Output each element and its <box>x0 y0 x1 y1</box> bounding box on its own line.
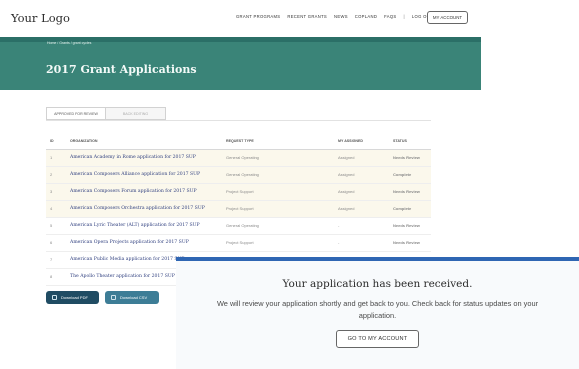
download-pdf-label: Download PDF <box>61 295 88 300</box>
cell-id: 4 <box>46 200 66 218</box>
cell-status: Needs Review <box>389 183 431 201</box>
cell-status: Complete <box>389 166 431 184</box>
download-actions: Download PDF Download CSV <box>46 291 159 304</box>
download-icon <box>52 295 57 300</box>
cell-status: Needs Review <box>389 149 431 167</box>
download-pdf-button[interactable]: Download PDF <box>46 291 99 304</box>
cell-id: 8 <box>46 268 66 286</box>
top-nav: GRANT PROGRAMS RECENT GRANTS NEWS COPLAN… <box>236 14 433 19</box>
go-to-my-account-button[interactable]: GO TO MY ACCOUNT <box>336 330 419 348</box>
cell-assigned: - <box>334 217 389 235</box>
cell-assigned: - <box>334 234 389 252</box>
confirmation-title: Your application has been received. <box>282 278 473 290</box>
download-csv-button[interactable]: Download CSV <box>105 291 159 304</box>
cell-id: 1 <box>46 149 66 167</box>
cell-request-type: General Operating <box>222 149 334 167</box>
cell-status: Needs Review <box>389 234 431 252</box>
nav-separator: | <box>403 14 405 19</box>
cell-request-type: Project Support <box>222 234 334 252</box>
table-header-row: ID ORGANIZATION REQUEST TYPE MY ASSIGNED… <box>46 133 431 150</box>
column-header-my-assigned[interactable]: MY ASSIGNED <box>334 133 389 150</box>
nav-recent-grants[interactable]: RECENT GRANTS <box>287 14 327 19</box>
application-tabs: APPROVED FOR REVIEW BACK EDITING <box>46 107 166 120</box>
tab-back-editing[interactable]: BACK EDITING <box>106 107 166 120</box>
cell-organization-link[interactable]: American Composers Orchestra application… <box>66 200 222 218</box>
my-account-button[interactable]: MY ACCOUNT <box>427 11 468 24</box>
cell-id: 5 <box>46 217 66 235</box>
column-header-status[interactable]: STATUS <box>389 133 431 150</box>
cell-organization-link[interactable]: American Academy in Rome application for… <box>66 149 222 167</box>
download-icon <box>111 295 116 300</box>
cell-assigned: Assigned <box>334 166 389 184</box>
cell-request-type: General Operating <box>222 166 334 184</box>
download-csv-label: Download CSV <box>120 295 148 300</box>
cell-assigned: Assigned <box>334 183 389 201</box>
table-row[interactable]: 5 American Lyric Theater (ALT) applicati… <box>46 217 431 235</box>
cell-organization-link[interactable]: American Lyric Theater (ALT) application… <box>66 217 222 235</box>
table-row[interactable]: 2 American Composers Alliance applicatio… <box>46 166 431 184</box>
cell-request-type: Project Support <box>222 200 334 218</box>
cell-id: 3 <box>46 183 66 201</box>
column-header-request-type[interactable]: REQUEST TYPE <box>222 133 334 150</box>
column-header-id[interactable]: ID <box>46 133 66 150</box>
nav-copland[interactable]: COPLAND <box>355 14 377 19</box>
cell-assigned: Assigned <box>334 200 389 218</box>
cell-id: 2 <box>46 166 66 184</box>
table-row[interactable]: 6 American Opera Projects application fo… <box>46 234 431 252</box>
cell-organization-link[interactable]: American Composers Alliance application … <box>66 166 222 184</box>
cell-status: Needs Review <box>389 217 431 235</box>
page-title: 2017 Grant Applications <box>46 63 197 76</box>
nav-grant-programs[interactable]: GRANT PROGRAMS <box>236 14 280 19</box>
nav-faqs[interactable]: FAQS <box>384 14 396 19</box>
site-logo[interactable]: Your Logo <box>11 11 70 25</box>
cell-id: 7 <box>46 251 66 269</box>
cell-request-type: Project Support <box>222 183 334 201</box>
cell-organization-link[interactable]: American Opera Projects application for … <box>66 234 222 252</box>
table-row[interactable]: 3 American Composers Forum application f… <box>46 183 431 201</box>
cell-organization-link[interactable]: American Composers Forum application for… <box>66 183 222 201</box>
table-row[interactable]: 4 American Composers Orchestra applicati… <box>46 200 431 218</box>
breadcrumb[interactable]: Home / Grants / grant cycles <box>47 41 91 45</box>
cell-id: 6 <box>46 234 66 252</box>
confirmation-message: We will review your application shortly … <box>216 299 539 320</box>
cell-assigned: Assigned <box>334 149 389 167</box>
cell-request-type: General Operating <box>222 217 334 235</box>
column-header-organization[interactable]: ORGANIZATION <box>66 133 222 150</box>
tab-approved-for-review[interactable]: APPROVED FOR REVIEW <box>46 107 106 120</box>
cell-status: Complete <box>389 200 431 218</box>
nav-news[interactable]: NEWS <box>334 14 348 19</box>
table-row[interactable]: 1 American Academy in Rome application f… <box>46 149 431 167</box>
tab-divider <box>46 120 431 121</box>
